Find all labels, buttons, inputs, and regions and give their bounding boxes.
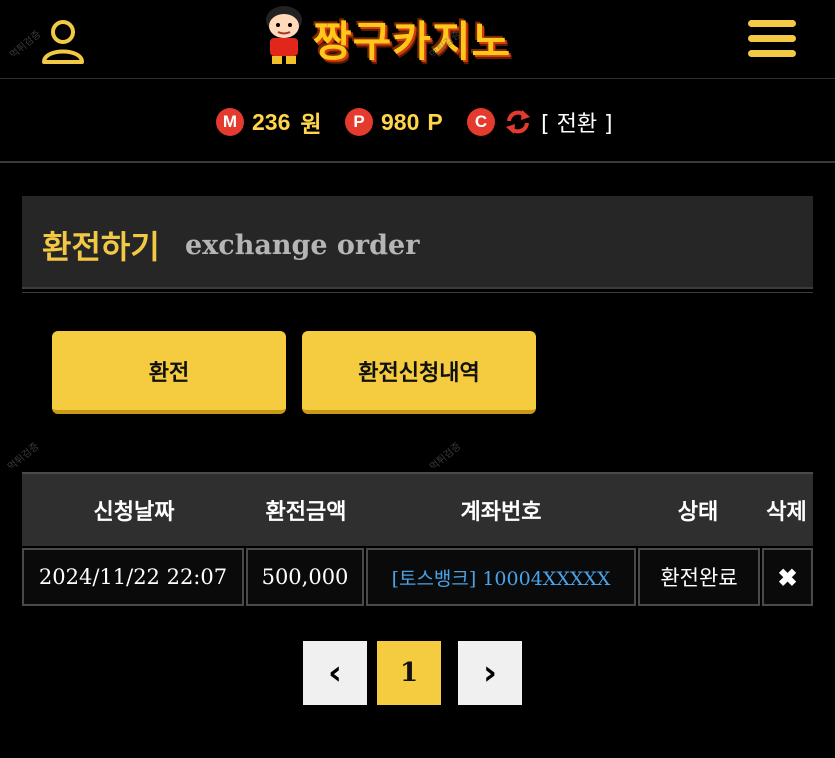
logo-text: 짱구카지노 — [313, 17, 512, 66]
money-balance: M 236 원 — [216, 106, 322, 138]
cell-account: [토스뱅크] 10004XXXXX — [366, 548, 636, 606]
divider — [22, 292, 813, 293]
point-badge: P — [345, 108, 373, 136]
current-page-button[interactable]: 1 — [377, 641, 441, 705]
point-balance: P 980 P — [345, 106, 443, 138]
watermark-text: 먹튀검증 — [428, 440, 464, 474]
page-subtitle: exchange order — [185, 230, 420, 261]
next-page-button[interactable]: › — [458, 641, 522, 705]
column-header-amount: 환전금액 — [265, 500, 347, 525]
exchange-button[interactable]: 환전 — [52, 331, 286, 414]
page-header: 환전하기 exchange order — [22, 196, 813, 289]
prev-page-button[interactable]: ‹ — [303, 641, 367, 705]
money-unit: 원 — [300, 111, 322, 137]
top-navbar: 짱구카지노 먹튀검증 먹튀검증 — [0, 0, 835, 79]
switch-button[interactable]: [ 전환 ] — [541, 106, 613, 138]
money-value: 236 — [252, 108, 291, 135]
page-title: 환전하기 — [42, 228, 160, 266]
column-header-account: 계좌번호 — [460, 500, 542, 525]
money-badge: M — [216, 108, 244, 136]
delete-icon[interactable]: ✖ — [777, 563, 797, 592]
cell-amount: 500,000 — [246, 548, 364, 606]
cell-date: 2024/11/22 22:07 — [22, 548, 244, 606]
point-unit: P — [427, 108, 443, 135]
site-logo[interactable]: 짱구카지노 — [258, 2, 588, 70]
balance-bar: M 236 원 P 980 P C [ 전환 ] — [0, 80, 835, 163]
casino-badge: C — [467, 108, 495, 136]
casino-balance: C [ 전환 ] — [467, 106, 613, 138]
point-value: 980 — [381, 108, 420, 135]
column-header-delete: 삭제 — [766, 500, 807, 525]
table-row: 2024/11/22 22:07 500,000 [토스뱅크] 10004XXX… — [22, 548, 813, 606]
hamburger-menu-icon[interactable] — [748, 20, 796, 64]
exchange-history-table: 신청날짜 환전금액 계좌번호 상태 삭제 2024/11/22 22:07 50… — [22, 472, 813, 606]
refresh-icon[interactable] — [503, 107, 533, 137]
mascot-icon — [266, 6, 302, 64]
user-icon[interactable] — [38, 16, 88, 66]
watermark-text: 먹튀검증 — [6, 440, 42, 474]
exchange-history-button[interactable]: 환전신청내역 — [302, 331, 536, 414]
table-header: 신청날짜 환전금액 계좌번호 상태 삭제 — [22, 472, 813, 546]
column-header-status: 상태 — [677, 500, 719, 525]
cell-delete: ✖ — [762, 548, 813, 606]
cell-status: 환전완료 — [638, 548, 760, 606]
column-header-date: 신청날짜 — [93, 500, 175, 525]
